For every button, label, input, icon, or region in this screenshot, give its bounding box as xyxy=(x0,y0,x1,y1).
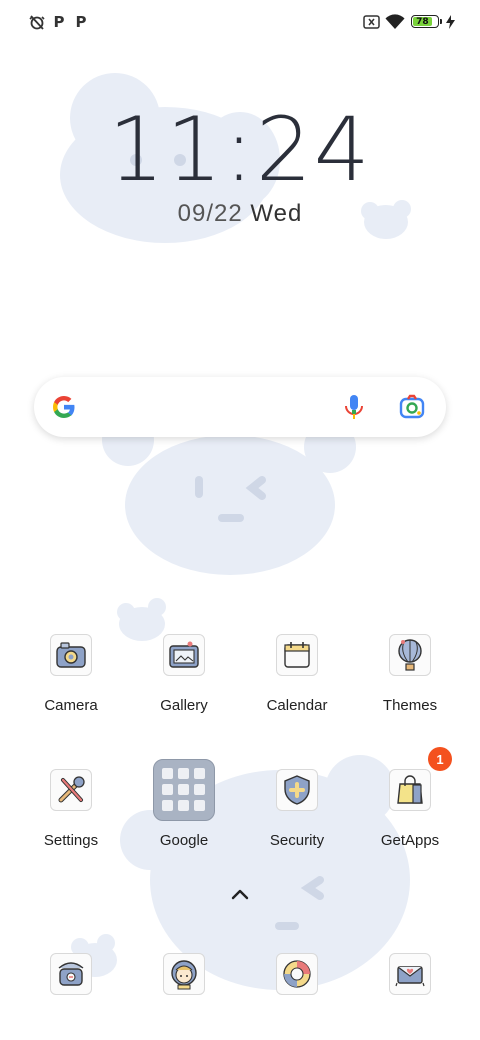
battery-level: 78 xyxy=(413,17,432,27)
calendar-icon xyxy=(276,634,318,676)
folder-app-icon xyxy=(178,784,189,795)
app-label: Google xyxy=(159,832,209,849)
app-calendar[interactable]: Calendar xyxy=(242,634,352,734)
wifi-icon xyxy=(385,12,405,32)
chevron-up-icon[interactable] xyxy=(229,886,251,902)
folder-app-icon xyxy=(194,768,205,779)
folder-app-icon xyxy=(178,768,189,779)
folder-app-icon xyxy=(162,768,173,779)
day-text: Wed xyxy=(250,200,303,227)
browser-icon xyxy=(276,953,318,995)
notification-badge: 1 xyxy=(428,747,452,771)
dock-mail[interactable] xyxy=(355,953,465,999)
charging-icon xyxy=(445,12,455,32)
dock-phone[interactable] xyxy=(16,953,126,999)
battery-icon: 78 xyxy=(411,15,439,28)
clock-date[interactable]: 09/22 Wed xyxy=(0,200,480,228)
no-sim-icon xyxy=(362,12,380,32)
app-getapps[interactable]: GetApps xyxy=(355,769,465,869)
app-label: Security xyxy=(269,832,325,849)
settings-tools-icon xyxy=(50,769,92,811)
camera-icon xyxy=(50,634,92,676)
folder-app-icon xyxy=(162,784,173,795)
app-label: Themes xyxy=(382,697,438,714)
google-folder-icon[interactable] xyxy=(153,759,215,821)
battery-tip xyxy=(440,19,442,24)
app-security[interactable]: Security xyxy=(242,769,352,869)
app-label: Camera xyxy=(44,697,98,714)
app-label: Gallery xyxy=(160,697,208,714)
folder-app-icon xyxy=(162,800,173,811)
phone-icon xyxy=(50,953,92,995)
getapps-bag-icon xyxy=(389,769,431,811)
google-search-bar[interactable] xyxy=(34,377,446,437)
muted-alarm-icon xyxy=(28,12,46,32)
date-text: 09/22 xyxy=(177,200,243,227)
gallery-icon xyxy=(163,634,205,676)
microphone-icon[interactable] xyxy=(342,393,366,421)
app-label: GetApps xyxy=(380,832,440,849)
app-gallery[interactable]: Gallery xyxy=(129,634,239,734)
app-camera[interactable]: Camera xyxy=(16,634,126,734)
google-lens-icon[interactable] xyxy=(399,394,425,420)
p-notification-icon: P xyxy=(53,13,65,31)
mail-icon xyxy=(389,953,431,995)
app-label: Calendar xyxy=(266,697,328,714)
status-bar: P P 78 xyxy=(0,0,480,44)
google-logo-icon xyxy=(53,396,75,418)
dock-browser[interactable] xyxy=(242,953,352,999)
p-notification-icon: P xyxy=(75,13,87,31)
themes-balloon-icon xyxy=(389,634,431,676)
app-themes[interactable]: Themes xyxy=(355,634,465,734)
messaging-avatar-icon xyxy=(163,953,205,995)
security-shield-icon xyxy=(276,769,318,811)
folder-app-icon xyxy=(194,800,205,811)
app-settings[interactable]: Settings xyxy=(16,769,126,869)
dock-messaging[interactable] xyxy=(129,953,239,999)
clock-time[interactable]: 11:24 xyxy=(0,100,480,200)
folder-app-icon xyxy=(178,800,189,811)
folder-app-icon xyxy=(194,784,205,795)
app-label: Settings xyxy=(43,832,99,849)
